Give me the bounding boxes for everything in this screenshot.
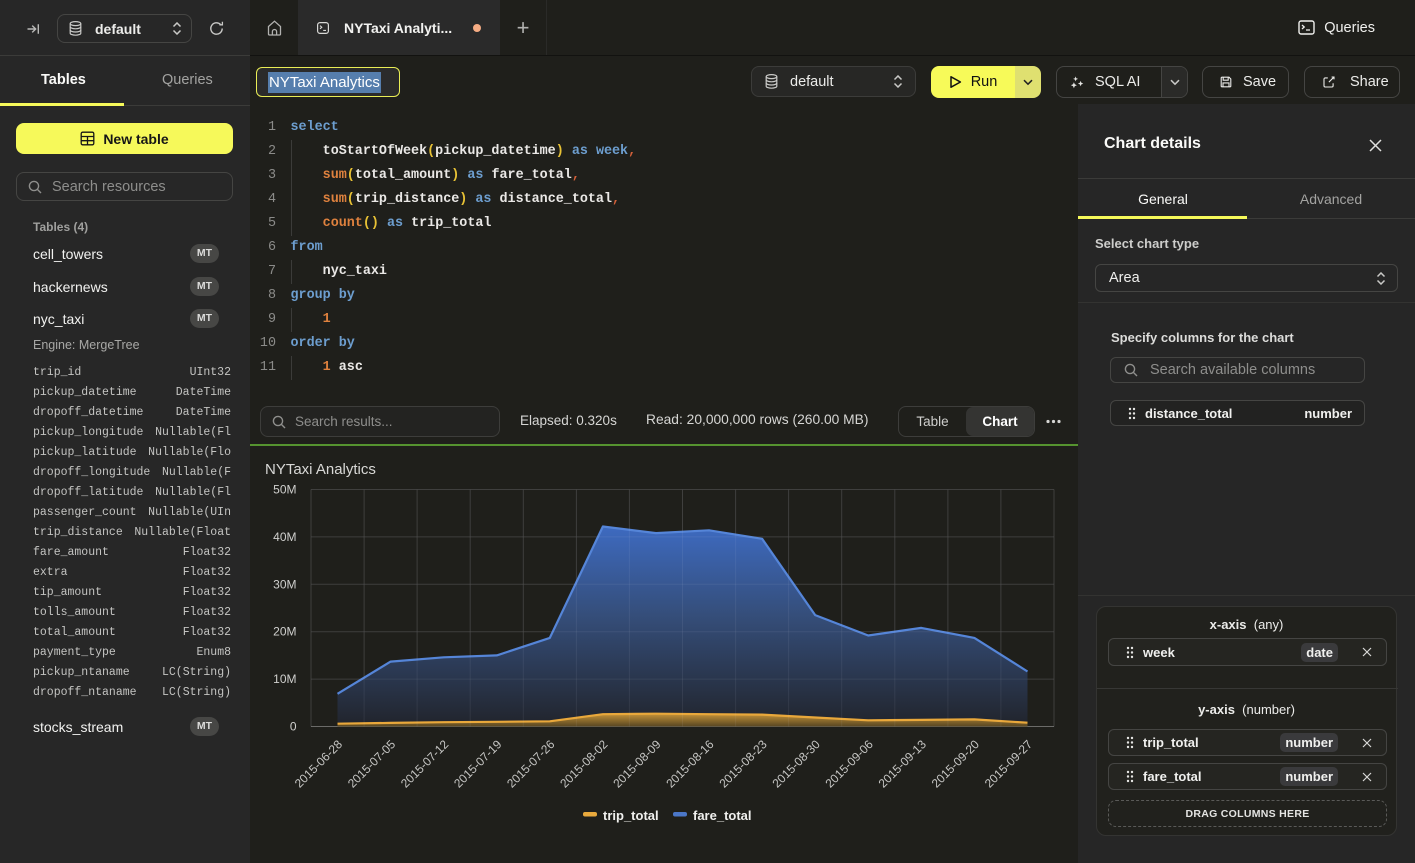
svg-text:0: 0 (290, 720, 297, 734)
svg-text:30M: 30M (273, 577, 296, 591)
svg-text:trip_total: trip_total (603, 808, 659, 823)
svg-text:2015-09-20: 2015-09-20 (929, 737, 983, 791)
svg-text:10M: 10M (273, 672, 296, 686)
svg-text:2015-08-09: 2015-08-09 (610, 737, 664, 791)
svg-text:50M: 50M (273, 483, 296, 497)
svg-text:20M: 20M (273, 625, 296, 639)
svg-text:2015-07-26: 2015-07-26 (504, 737, 558, 791)
svg-text:2015-08-23: 2015-08-23 (716, 737, 770, 791)
svg-text:40M: 40M (273, 530, 296, 544)
svg-text:2015-09-06: 2015-09-06 (823, 737, 877, 791)
svg-text:2015-06-28: 2015-06-28 (292, 737, 346, 791)
svg-text:2015-08-30: 2015-08-30 (770, 737, 824, 791)
svg-text:2015-09-13: 2015-09-13 (876, 737, 930, 791)
svg-text:2015-08-02: 2015-08-02 (557, 737, 611, 791)
svg-text:2015-07-05: 2015-07-05 (345, 737, 399, 791)
svg-text:2015-09-27: 2015-09-27 (982, 737, 1036, 791)
svg-text:2015-07-19: 2015-07-19 (451, 737, 505, 791)
svg-text:2015-08-16: 2015-08-16 (663, 737, 717, 791)
svg-text:NYTaxi Analytics: NYTaxi Analytics (265, 461, 376, 478)
svg-text:fare_total: fare_total (693, 808, 752, 823)
svg-text:2015-07-12: 2015-07-12 (398, 737, 452, 791)
